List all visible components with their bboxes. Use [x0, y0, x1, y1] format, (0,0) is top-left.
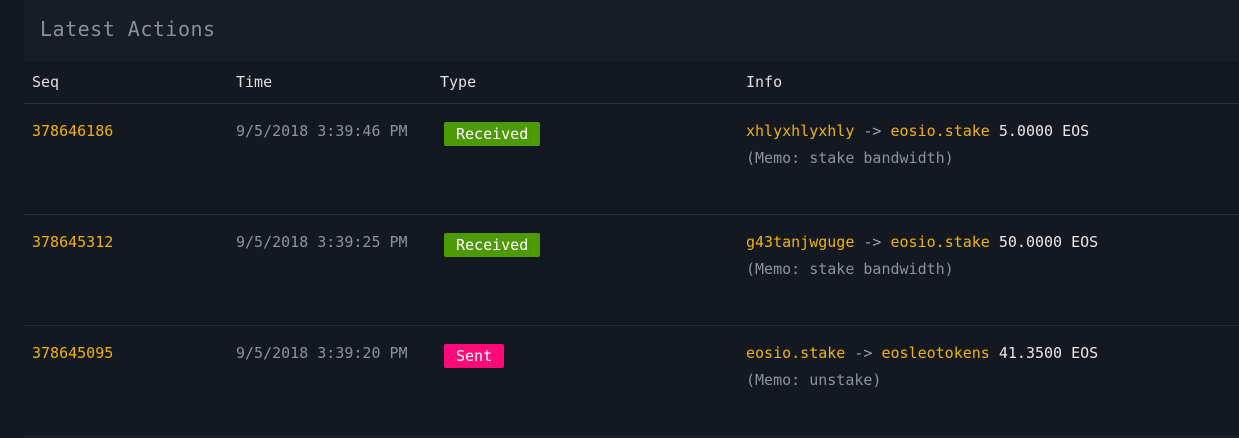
from-account-link[interactable]: g43tanjwguge	[746, 233, 854, 251]
table-row: 378645095 9/5/2018 3:39:20 PM Sent eosio…	[24, 326, 1239, 437]
to-account-link[interactable]: eosio.stake	[891, 122, 990, 140]
arrow-text: ->	[854, 344, 873, 362]
amount: 41.3500 EOS	[998, 344, 1099, 362]
column-header-info: Info	[746, 73, 783, 91]
amount: 5.0000 EOS	[998, 122, 1090, 140]
seq-link[interactable]: 378646186	[32, 118, 113, 145]
info-line: g43tanjwguge -> eosio.stake 50.0000 EOS	[746, 229, 1098, 256]
memo: (Memo: stake bandwidth)	[746, 260, 954, 278]
table-header: Seq Time Type Info	[24, 62, 1239, 104]
type-badge-sent: Sent	[444, 344, 505, 368]
row-time: 9/5/2018 3:39:20 PM	[236, 344, 408, 362]
to-account-link[interactable]: eosleotokens	[881, 344, 989, 362]
info-line: xhlyxhlyxhly -> eosio.stake 5.0000 EOS	[746, 118, 1089, 145]
to-account-link[interactable]: eosio.stake	[891, 233, 990, 251]
row-time: 9/5/2018 3:39:25 PM	[236, 233, 408, 251]
memo: (Memo: stake bandwidth)	[746, 149, 954, 167]
amount: 50.0000 EOS	[998, 233, 1099, 251]
row-time: 9/5/2018 3:39:46 PM	[236, 122, 408, 140]
panel-title: Latest Actions	[40, 17, 216, 41]
column-header-seq: Seq	[32, 73, 60, 91]
seq-link[interactable]: 378645312	[32, 229, 113, 256]
table-row: 378646186 9/5/2018 3:39:46 PM Received x…	[24, 104, 1239, 215]
column-header-type: Type	[440, 73, 477, 91]
info-line: eosio.stake -> eosleotokens 41.3500 EOS	[746, 340, 1098, 367]
type-badge-received: Received	[444, 122, 541, 146]
type-badge-received: Received	[444, 233, 541, 257]
arrow-text: ->	[863, 233, 882, 251]
from-account-link[interactable]: xhlyxhlyxhly	[746, 122, 854, 140]
arrow-text: ->	[863, 122, 882, 140]
table-row: 378645312 9/5/2018 3:39:25 PM Received g…	[24, 215, 1239, 326]
latest-actions-panel: Latest Actions Seq Time Type Info 378646…	[24, 0, 1239, 438]
from-account-link[interactable]: eosio.stake	[746, 344, 845, 362]
memo: (Memo: unstake)	[746, 371, 882, 389]
actions-table: Seq Time Type Info 378646186 9/5/2018 3:…	[24, 62, 1239, 438]
column-header-time: Time	[236, 73, 273, 91]
seq-link[interactable]: 378645095	[32, 340, 113, 367]
